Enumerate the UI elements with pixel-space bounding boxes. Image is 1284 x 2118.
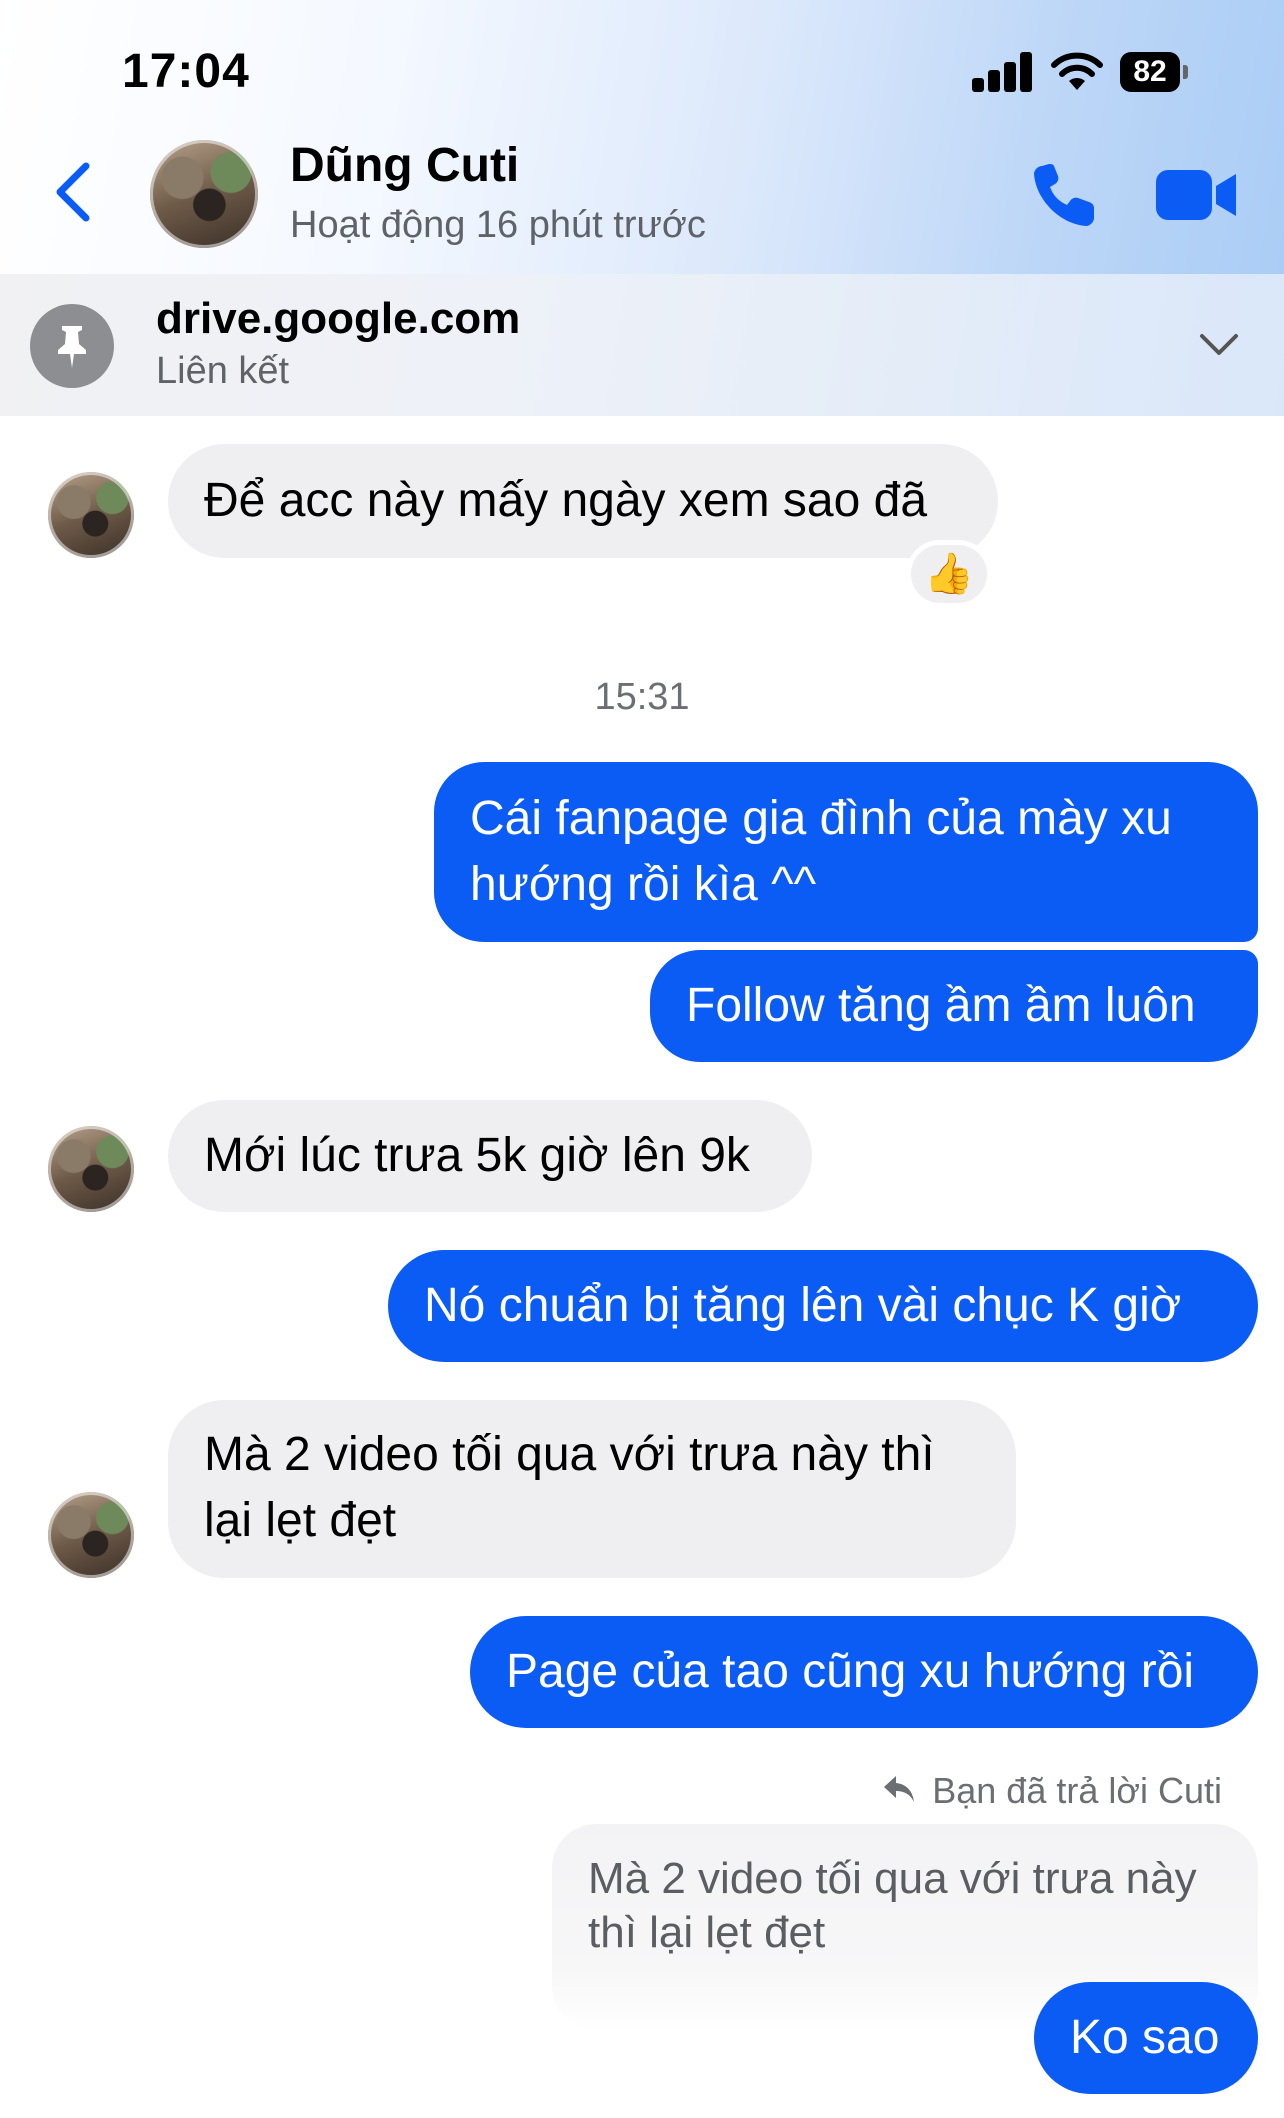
chevron-down-icon[interactable]	[1198, 332, 1240, 358]
pinned-link-subtitle: Liên kết	[156, 350, 290, 392]
reply-indicator-text: Bạn đã trả lời Cuti	[932, 1770, 1222, 1811]
chevron-left-icon[interactable]	[52, 160, 96, 224]
thumbs-up-emoji[interactable]: 👍	[906, 540, 992, 608]
pin-icon	[30, 304, 114, 388]
reply-arrow-icon	[884, 1776, 915, 1802]
contact-active-status: Hoạt động 16 phút trước	[290, 204, 706, 246]
message-bubble-incoming[interactable]: Để acc này mấy ngày xem sao đã	[168, 444, 998, 558]
sender-avatar[interactable]	[48, 1126, 134, 1212]
video-camera-icon[interactable]	[1156, 166, 1238, 224]
message-timestamp: 15:31	[594, 676, 690, 718]
battery-icon: 82	[1120, 52, 1190, 92]
sender-avatar[interactable]	[48, 1492, 134, 1578]
sender-avatar[interactable]	[48, 472, 134, 558]
message-bubble-incoming[interactable]: Mới lúc trưa 5k giờ lên 9k	[168, 1100, 812, 1212]
status-time: 17:04	[122, 45, 250, 98]
pinned-link-title: drive.google.com	[156, 294, 521, 343]
message-bubble-outgoing[interactable]: Cái fanpage gia đình của mày xu hướng rồ…	[434, 762, 1258, 942]
message-bubble-outgoing[interactable]: Follow tăng ầm ầm luôn	[650, 950, 1258, 1062]
pinned-message-bar[interactable]: drive.google.com Liên kết	[0, 274, 1284, 416]
battery-level: 82	[1120, 52, 1180, 92]
message-bubble-outgoing[interactable]: Ko sao	[1034, 1982, 1258, 2094]
message-bubble-outgoing[interactable]: Page của tao cũng xu hướng rồi	[470, 1616, 1258, 1728]
message-bubble-outgoing[interactable]: Nó chuẩn bị tăng lên vài chục K giờ	[388, 1250, 1258, 1362]
contact-avatar[interactable]	[150, 140, 258, 248]
contact-name[interactable]: Dũng Cuti	[290, 138, 519, 193]
message-bubble-incoming[interactable]: Mà 2 video tối qua với trưa này thì lại …	[168, 1400, 1016, 1578]
reply-indicator: Bạn đã trả lời Cuti	[884, 1770, 1222, 1812]
cellular-signal-icon	[972, 52, 1034, 92]
wifi-icon	[1051, 52, 1103, 90]
phone-icon[interactable]	[1030, 160, 1100, 230]
